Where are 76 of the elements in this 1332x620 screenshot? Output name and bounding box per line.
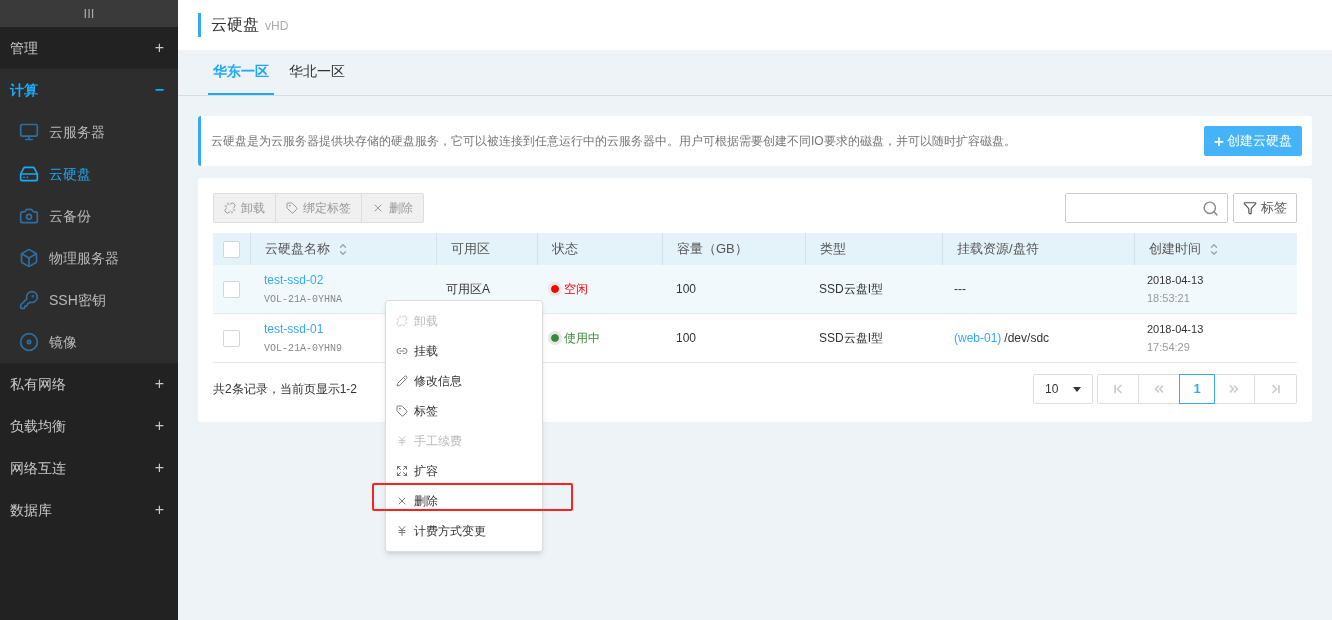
menu-item[interactable]: 修改信息	[386, 366, 542, 396]
caret-icon	[1073, 386, 1081, 392]
sidebar-handle[interactable]: III	[0, 0, 178, 27]
sidebar-group[interactable]: 计算 −	[0, 69, 178, 111]
menu-item[interactable]: 计费方式变更	[386, 516, 542, 546]
yen-icon	[396, 525, 408, 537]
sidebar-item[interactable]: 云备份	[0, 195, 178, 237]
created-date: 2018-04-13	[1147, 321, 1205, 337]
search-icon[interactable]	[1202, 199, 1219, 217]
sidebar-group[interactable]: 数据库 +	[0, 489, 178, 531]
sidebar-item[interactable]: 云服务器	[0, 111, 178, 153]
menu-item[interactable]: 标签	[386, 396, 542, 426]
checkbox[interactable]	[223, 240, 240, 258]
column-header: 容量（GB）	[677, 240, 748, 259]
created-date: 2018-04-13	[1147, 272, 1205, 288]
column-header: 可用区	[451, 240, 490, 259]
sidebar-group[interactable]: 网络互连 +	[0, 447, 178, 489]
pencil-icon	[396, 375, 408, 387]
unlink-icon	[224, 202, 236, 214]
region-tab[interactable]: 华北一区	[284, 49, 350, 95]
column-header: 创建时间	[1149, 240, 1201, 259]
page-subtitle: vHD	[265, 18, 289, 35]
page-size-select[interactable]: 10	[1033, 374, 1093, 404]
close-icon	[396, 495, 408, 507]
double-right-icon	[1227, 382, 1241, 396]
info-text: 云硬盘是为云服务器提供块存储的硬盘服务，它可以被连接到任意运行中的云服务器中。用户可根据需要创建不同IO要求的磁盘，并可以随时扩容磁盘。	[211, 133, 1016, 150]
created-time: 17:54:29	[1147, 340, 1191, 355]
column-header: 挂载资源/盘符	[957, 240, 1039, 259]
disk-id: VOL-21A-0YHNA	[264, 293, 342, 307]
zone-text: 可用区A	[446, 282, 490, 296]
link-icon	[396, 345, 408, 357]
type-text: SSD云盘I型	[819, 282, 883, 296]
yen-icon	[396, 435, 408, 447]
tag-filter-button[interactable]: 标签	[1233, 193, 1297, 223]
disc-icon	[19, 332, 39, 352]
menu-item[interactable]: 扩容	[386, 456, 542, 486]
sidebar-item[interactable]: SSH密钥	[0, 279, 178, 321]
camera-icon	[19, 206, 39, 226]
sidebar-group[interactable]: 负载均衡 +	[0, 405, 178, 447]
unlink-icon	[396, 315, 408, 327]
menu-item[interactable]: 删除	[386, 486, 542, 516]
disk-id: VOL-21A-0YHN9	[264, 342, 342, 356]
status-text: 空闲	[564, 281, 588, 298]
monitor-icon	[19, 122, 39, 142]
capacity-text: 100	[676, 331, 697, 345]
created-time: 18:53:21	[1147, 291, 1191, 306]
checkbox[interactable]	[223, 280, 240, 298]
sidebar-item[interactable]: 镜像	[0, 321, 178, 363]
menu-item[interactable]: 挂载	[386, 336, 542, 366]
sidebar-group[interactable]: 管理 +	[0, 27, 178, 69]
search-field[interactable]	[1065, 193, 1228, 223]
table-row[interactable]: test-ssd-02 VOL-21A-0YHNA 可用区A 空闲 100 SSD云盘I型 --- 2018-04-13 18:53:21	[213, 265, 1297, 314]
sidebar-item[interactable]: 云硬盘	[0, 153, 178, 195]
close-icon	[372, 202, 384, 214]
column-header: 云硬盘名称	[265, 240, 330, 259]
filter-icon	[1243, 201, 1257, 215]
mount-text: ---	[954, 281, 966, 298]
sidebar-item[interactable]: 物理服务器	[0, 237, 178, 279]
tag-icon	[286, 202, 298, 214]
first-page-icon	[1111, 382, 1125, 396]
page-title: 云硬盘	[211, 15, 259, 35]
record-summary: 共2条记录，当前页显示1-2	[213, 381, 358, 398]
tag-icon	[396, 405, 408, 417]
key-icon	[19, 290, 39, 310]
mount-text: /dev/sdc	[1004, 330, 1050, 347]
column-header: 类型	[820, 240, 846, 259]
double-left-icon	[1152, 382, 1166, 396]
sidebar-group[interactable]: 私有网络 +	[0, 363, 178, 405]
column-header: 状态	[552, 240, 578, 259]
status-text: 使用中	[564, 330, 600, 347]
drive-icon	[19, 164, 39, 184]
type-text: SSD云盘I型	[819, 331, 883, 345]
capacity-text: 100	[676, 282, 697, 296]
expand-icon	[396, 465, 408, 477]
cube-icon	[19, 248, 39, 268]
checkbox[interactable]	[223, 329, 240, 347]
